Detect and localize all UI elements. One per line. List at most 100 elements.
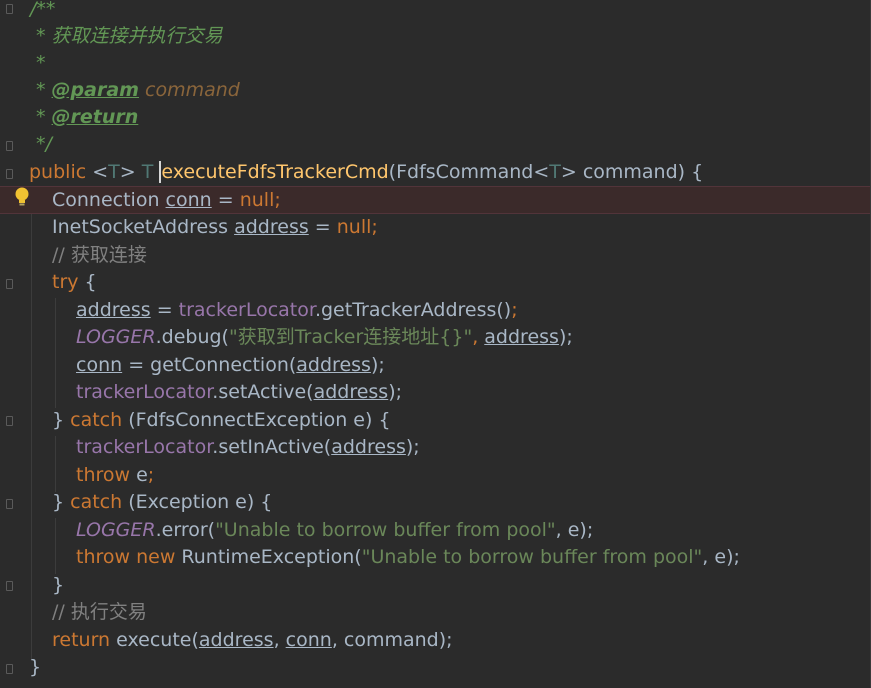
lightbulb-icon[interactable] <box>14 186 30 210</box>
code-line[interactable]: // 获取连接 <box>0 242 871 270</box>
type-param: T <box>141 161 154 183</box>
code-line[interactable]: LOGGER.error("Unable to borrow buffer fr… <box>0 517 871 545</box>
local-variable: address <box>484 326 559 348</box>
code-line[interactable]: conn = getConnection(address); <box>0 352 871 380</box>
local-variable: address <box>234 216 309 238</box>
code-line[interactable]: LOGGER.debug("获取到Tracker连接地址{}", address… <box>0 324 871 352</box>
code-line[interactable]: try { <box>0 269 871 297</box>
token: InetSocketAddress <box>52 216 235 238</box>
local-variable: address <box>331 436 406 458</box>
doc-comment: /** <box>30 0 56 20</box>
code-line[interactable]: } <box>0 572 871 600</box>
statement: LOGGER.error("Unable to borrow buffer fr… <box>76 517 593 545</box>
code-editor[interactable]: /** * 获取连接并执行交易 * * @param command * @re… <box>0 0 871 688</box>
token: > command) { <box>560 161 704 183</box>
code-line[interactable]: /** <box>0 0 871 24</box>
keyword: return <box>52 629 111 651</box>
keyword: throw new <box>76 546 176 568</box>
token: , command); <box>331 629 453 651</box>
doc-comment-line: * @return <box>36 104 138 132</box>
doc-param-name: command <box>138 79 240 101</box>
keyword: catch <box>70 409 123 431</box>
code-line[interactable]: * @return <box>0 104 871 132</box>
doc-comment: * <box>36 79 52 101</box>
token: > <box>119 161 142 183</box>
token: , e); <box>702 546 740 568</box>
keyword: public <box>29 161 87 183</box>
type-param: T <box>108 161 120 183</box>
token: } <box>52 409 71 431</box>
token: < <box>86 161 109 183</box>
token: Connection <box>52 189 166 211</box>
token: , e); <box>555 519 594 541</box>
doc-tag: @return <box>51 106 139 128</box>
statement: throw e; <box>76 462 154 490</box>
statement: address = trackerLocator.getTrackerAddre… <box>76 297 518 325</box>
code-line[interactable]: } catch (Exception e) { <box>0 489 871 517</box>
line-comment: // 执行交易 <box>52 601 147 623</box>
token: (FdfsConnectException e) { <box>122 409 391 431</box>
semicolon: ; <box>274 189 281 211</box>
string-literal: "Unable to borrow buffer from pool" <box>361 546 703 568</box>
code-line[interactable]: public <T> T executeFdfsTrackerCmd(FdfsC… <box>0 159 871 187</box>
token: .setActive( <box>212 381 314 403</box>
statement: } catch (Exception e) { <box>52 489 272 517</box>
token: .setInActive( <box>212 436 332 458</box>
code-line-current[interactable]: Connection conn = null; <box>0 186 871 214</box>
code-line[interactable]: } <box>0 654 871 682</box>
local-variable: conn <box>165 189 212 211</box>
statement: return execute(address, conn, command); <box>52 627 453 655</box>
token: .debug( <box>155 326 229 348</box>
token: , <box>472 326 485 348</box>
code-line[interactable]: return execute(address, conn, command); <box>0 627 871 655</box>
token: } <box>52 574 65 596</box>
statement: trackerLocator.setActive(address); <box>76 379 402 407</box>
local-variable: conn <box>76 354 123 376</box>
token: .getTrackerAddress() <box>314 299 512 321</box>
doc-comment: * <box>36 52 46 74</box>
token: = <box>308 216 337 238</box>
statement: LOGGER.debug("获取到Tracker连接地址{}", address… <box>76 324 573 352</box>
token: (Exception e) { <box>122 491 273 513</box>
token: ); <box>388 381 403 403</box>
token: ); <box>405 436 420 458</box>
token: RuntimeException( <box>175 546 362 568</box>
code-line[interactable]: throw e; <box>0 462 871 490</box>
token: ); <box>558 326 573 348</box>
keyword: null <box>239 189 275 211</box>
method-signature: public <T> T executeFdfsTrackerCmd(FdfsC… <box>29 159 703 187</box>
code-line[interactable]: } catch (FdfsConnectException e) { <box>0 407 871 435</box>
statement: conn = getConnection(address); <box>76 352 385 380</box>
field: trackerLocator <box>76 436 213 458</box>
statement: } catch (FdfsConnectException e) { <box>52 407 391 435</box>
statement: InetSocketAddress address = null; <box>52 214 378 242</box>
token: .error( <box>155 519 216 541</box>
code-line[interactable]: * 获取连接并执行交易 <box>0 23 871 51</box>
doc-comment: */ <box>36 133 52 155</box>
keyword: catch <box>70 491 123 513</box>
token: (FdfsCommand< <box>388 161 550 183</box>
token: ); <box>370 354 385 376</box>
code-line[interactable]: */ <box>0 131 871 159</box>
keyword: throw <box>76 464 131 486</box>
statement: trackerLocator.setInActive(address); <box>76 434 420 462</box>
doc-comment: * 获取连接并执行交易 <box>36 25 223 47</box>
code-line[interactable]: trackerLocator.setActive(address); <box>0 379 871 407</box>
static-field: LOGGER <box>76 326 156 348</box>
doc-tag: @param <box>51 79 139 101</box>
statement: try { <box>52 269 97 297</box>
method-name[interactable]: executeFdfsTrackerCmd <box>159 161 389 183</box>
code-line[interactable]: * <box>0 50 871 78</box>
code-line[interactable]: // 执行交易 <box>0 599 871 627</box>
token: e <box>130 464 148 486</box>
local-variable: address <box>313 381 389 403</box>
token: } <box>52 491 71 513</box>
statement: Connection conn = null; <box>52 187 281 215</box>
code-line[interactable]: InetSocketAddress address = null; <box>0 214 871 242</box>
code-line[interactable]: throw new RuntimeException("Unable to bo… <box>0 544 871 572</box>
semicolon: ; <box>511 299 518 321</box>
code-line[interactable]: * @param command <box>0 77 871 105</box>
code-line[interactable]: address = trackerLocator.getTrackerAddre… <box>0 297 871 325</box>
local-variable: address <box>76 299 151 321</box>
code-line[interactable]: trackerLocator.setInActive(address); <box>0 434 871 462</box>
